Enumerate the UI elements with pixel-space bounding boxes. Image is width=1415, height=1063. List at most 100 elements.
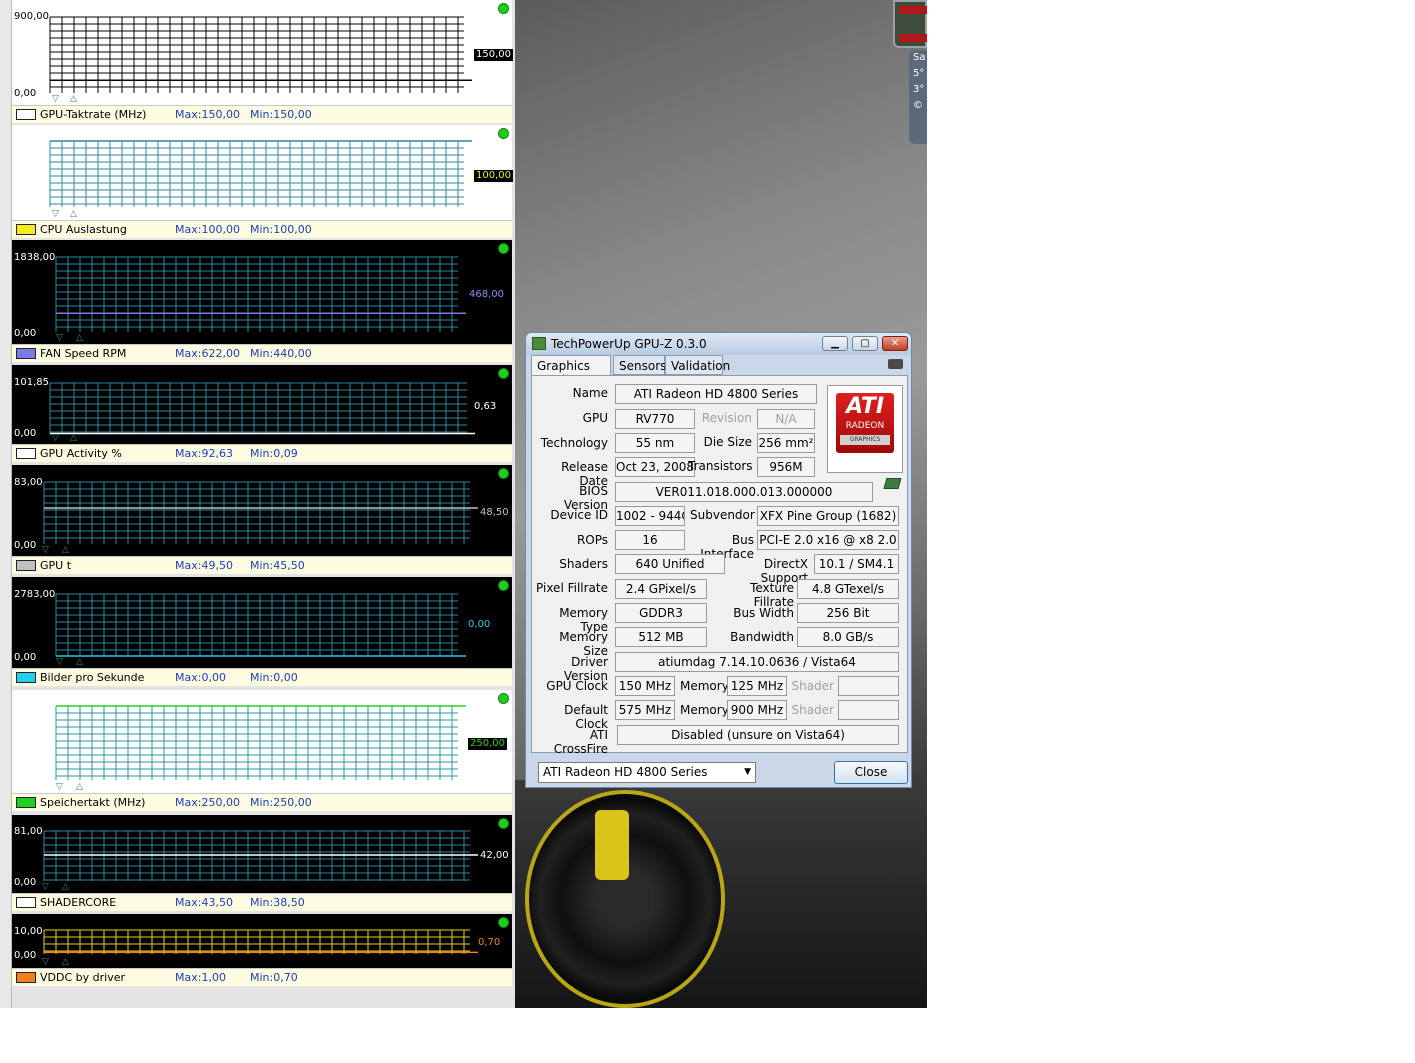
tab-sensors[interactable]: Sensors [613, 355, 666, 375]
sensor-min: Min:0,09 [250, 447, 298, 460]
y-axis-min: 0,00 [14, 950, 37, 961]
field-bandwidth[interactable]: 8.0 GB/s [797, 627, 899, 647]
scroll-down-arrow[interactable]: ▽ [52, 95, 59, 104]
scroll-down-arrow[interactable]: ▽ [52, 210, 59, 219]
scroll-up-arrow[interactable]: △ [62, 883, 69, 892]
logo-ati-text: ATI [845, 394, 885, 419]
field-gpu-memory-clock[interactable]: 125 MHz [727, 676, 787, 696]
field-bus-interface[interactable]: PCI-E 2.0 x16 @ x8 2.0 [757, 530, 899, 550]
field-bus-width[interactable]: 256 Bit [797, 603, 899, 623]
color-swatch[interactable] [16, 797, 36, 808]
color-swatch[interactable] [16, 672, 36, 683]
field-name[interactable]: ATI Radeon HD 4800 Series [615, 384, 817, 404]
label-revision: Revision [701, 411, 752, 425]
hardware-monitor-panel: 900,00 0,00 150,00 ▽ △ GPU-Taktrate (MHz… [12, 0, 515, 1008]
field-gpu-clock[interactable]: 150 MHz [615, 676, 675, 696]
label-bus-width: Bus Width [733, 606, 794, 620]
sensor-max: Max:622,00 [175, 347, 240, 360]
status-indicator [498, 693, 509, 704]
minimize-button[interactable]: ▁ [822, 336, 848, 351]
scroll-down-arrow[interactable]: ▽ [56, 658, 63, 667]
scroll-down-arrow[interactable]: ▽ [52, 434, 59, 443]
field-shaders[interactable]: 640 Unified [615, 554, 725, 574]
card-select-dropdown[interactable]: ATI Radeon HD 4800 Series ▼ [538, 762, 756, 783]
chevron-down-icon[interactable]: ▼ [744, 763, 751, 782]
sensor-max: Max:150,00 [175, 108, 240, 121]
field-memory-type[interactable]: GDDR3 [615, 603, 707, 623]
camera-icon[interactable] [888, 359, 903, 369]
sensor-max: Max:0,00 [175, 671, 226, 684]
field-texture-fillrate[interactable]: 4.8 GTexel/s [797, 579, 899, 599]
graph-plot [55, 705, 466, 780]
color-swatch[interactable] [16, 560, 36, 571]
current-value-tag: 48,50 [480, 507, 509, 518]
field-transistors[interactable]: 956M [757, 457, 815, 477]
color-swatch[interactable] [16, 897, 36, 908]
sensor-max: Max:1,00 [175, 971, 226, 984]
weather-gadget[interactable]: Sa 5° 3° © [909, 50, 927, 144]
scroll-down-arrow[interactable]: ▽ [56, 334, 63, 343]
close-window-button[interactable]: ✕ [882, 336, 908, 351]
label-bandwidth: Bandwidth [730, 630, 794, 644]
scroll-up-arrow[interactable]: △ [70, 210, 77, 219]
title-bar[interactable]: TechPowerUp GPU-Z 0.3.0 ▁ ▢ ✕ [526, 333, 911, 355]
scroll-up-arrow[interactable]: △ [70, 95, 77, 104]
field-pixel-fillrate[interactable]: 2.4 GPixel/s [615, 579, 707, 599]
field-default-clock[interactable]: 575 MHz [615, 700, 675, 720]
color-swatch[interactable] [16, 224, 36, 235]
close-button[interactable]: Close [834, 761, 908, 784]
graph-plot [55, 256, 466, 332]
field-subvendor[interactable]: XFX Pine Group (1682) [757, 506, 899, 526]
maximize-button[interactable]: ▢ [852, 336, 878, 351]
field-memory-size[interactable]: 512 MB [615, 627, 707, 647]
field-bios-version[interactable]: VER011.018.000.013.000000 [615, 482, 873, 502]
current-value-tag: 42,00 [480, 850, 509, 861]
label-texture-fillrate: Texture Fillrate [750, 581, 794, 609]
field-technology[interactable]: 55 nm [615, 433, 695, 453]
scroll-up-arrow[interactable]: △ [76, 658, 83, 667]
graph-plot [49, 16, 472, 93]
scroll-up-arrow[interactable]: △ [76, 783, 83, 792]
field-rops[interactable]: 16 [615, 530, 685, 550]
field-die-size[interactable]: 256 mm² [757, 433, 815, 453]
field-device-id[interactable]: 1002 - 944C [615, 506, 685, 526]
y-axis-min: 0,00 [14, 652, 37, 663]
scroll-down-arrow[interactable]: ▽ [42, 546, 49, 555]
status-indicator [498, 818, 509, 829]
color-swatch[interactable] [16, 109, 36, 120]
scroll-up-arrow[interactable]: △ [62, 958, 69, 967]
label-default-memory-clock: Memory [680, 703, 729, 717]
sidebar-meter-gadget[interactable] [893, 0, 927, 48]
field-directx-support[interactable]: 10.1 / SM4.1 [814, 554, 899, 574]
bios-save-icon[interactable] [883, 478, 902, 489]
graph-fan-speed: 1838,00 0,00 468,00 ▽ △ FAN Speed RPM Ma… [12, 240, 512, 362]
field-gpu-shader-clock[interactable] [838, 676, 899, 696]
field-release-date[interactable]: Oct 23, 2008 [615, 457, 695, 477]
graph-legend: FAN Speed RPM Max:622,00 Min:440,00 [12, 344, 512, 362]
sensor-max: Max:250,00 [175, 796, 240, 809]
status-indicator [498, 3, 509, 14]
weather-line: 3° [913, 84, 925, 95]
graph-plot [49, 140, 472, 207]
scroll-down-arrow[interactable]: ▽ [42, 883, 49, 892]
field-default-memory-clock[interactable]: 900 MHz [727, 700, 787, 720]
color-swatch[interactable] [16, 972, 36, 983]
weather-line: Sa [913, 52, 926, 63]
scroll-up-arrow[interactable]: △ [70, 434, 77, 443]
color-swatch[interactable] [16, 448, 36, 459]
tab-graphics-card[interactable]: Graphics Card [531, 355, 611, 387]
sensor-name: FAN Speed RPM [40, 347, 127, 360]
scroll-up-arrow[interactable]: △ [76, 334, 83, 343]
field-ati-crossfire[interactable]: Disabled (unsure on Vista64) [617, 725, 899, 745]
tab-validation[interactable]: Validation [665, 355, 730, 375]
field-driver-version[interactable]: atiumdag 7.14.10.0636 / Vista64 [615, 652, 899, 672]
field-revision[interactable]: N/A [757, 409, 815, 429]
field-gpu[interactable]: RV770 [615, 409, 695, 429]
scroll-up-arrow[interactable]: △ [62, 546, 69, 555]
scroll-down-arrow[interactable]: ▽ [56, 783, 63, 792]
scroll-down-arrow[interactable]: ▽ [42, 958, 49, 967]
color-swatch[interactable] [16, 348, 36, 359]
field-default-shader-clock[interactable] [838, 700, 899, 720]
y-axis-max: 900,00 [14, 11, 49, 22]
meter-bar [899, 6, 927, 14]
